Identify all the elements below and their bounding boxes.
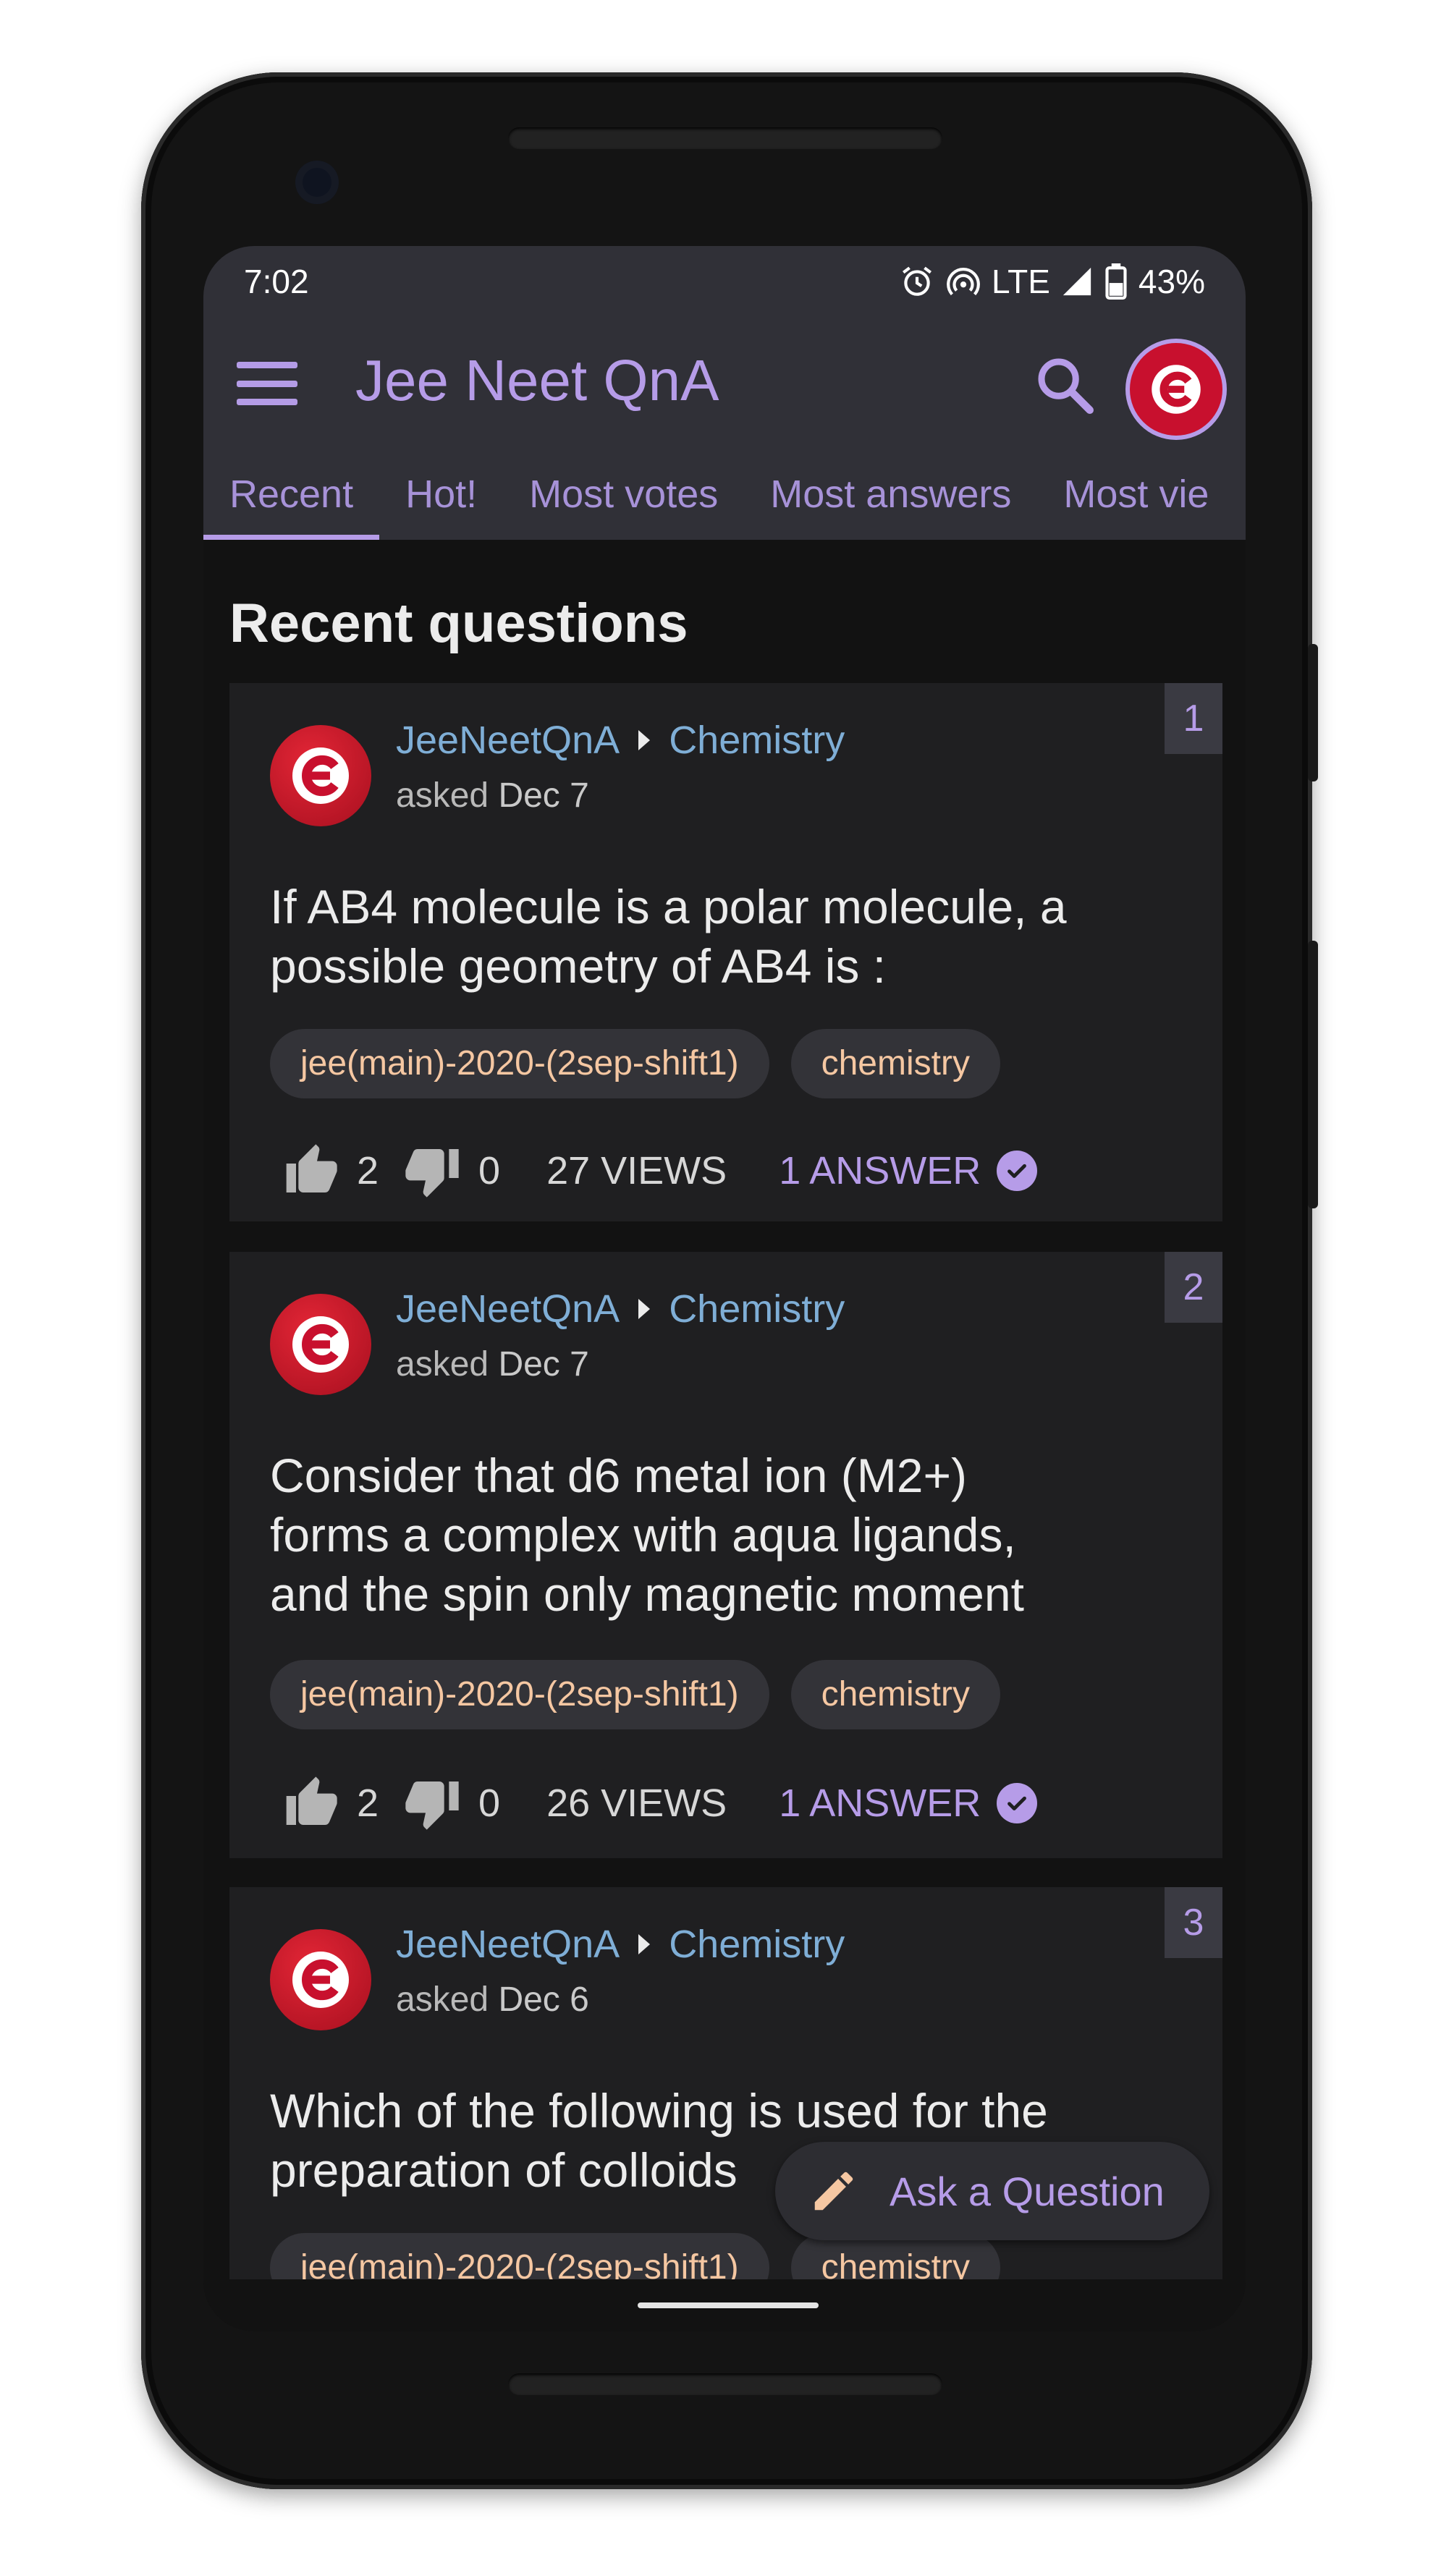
question-number: 1 [1165, 683, 1222, 754]
question-number: 3 [1165, 1887, 1222, 1958]
check-circle-icon [997, 1783, 1038, 1823]
signal-icon [1063, 267, 1091, 296]
section-title: Recent questions [229, 593, 688, 654]
upvote-count: 2 [357, 1781, 379, 1825]
tag-chip[interactable]: jee(main)-2020-(2sep-shift1) [270, 1029, 769, 1098]
question-stats: 2 0 26 VIEWS 1 ANSWER [282, 1774, 1038, 1832]
views-count: 27 VIEWS [546, 1149, 727, 1192]
tab-most-answers[interactable]: Most answers [744, 449, 1037, 540]
question-card[interactable]: 1 JeeNeetQnA Chemistry asked Dec 7 If AB… [229, 683, 1222, 1221]
category-link[interactable]: Chemistry [669, 1922, 845, 1967]
status-icons: LTE 43% [899, 262, 1205, 301]
status-time: 7:02 [244, 263, 309, 300]
tag-list: jee(main)-2020-(2sep-shift1) chemistry [270, 1660, 1000, 1729]
tab-hot[interactable]: Hot! [379, 449, 503, 540]
caret-right-icon [638, 1934, 651, 1954]
asked-date: Dec 6 [498, 1980, 589, 2019]
qna-logo-icon [292, 1952, 349, 2008]
answers-count: 1 ANSWER [779, 1781, 981, 1825]
earpiece-speaker [508, 127, 942, 149]
question-list: Recent questions 1 JeeNeetQnA Chemistry … [203, 540, 1246, 2331]
qna-logo-icon [292, 747, 349, 804]
question-number: 2 [1165, 1252, 1222, 1323]
menu-icon[interactable] [237, 356, 297, 411]
tag-list: jee(main)-2020-(2sep-shift1) chemistry [270, 1029, 1000, 1098]
search-icon[interactable] [1033, 353, 1098, 418]
network-type: LTE [991, 263, 1050, 300]
tag-chip[interactable]: chemistry [790, 1029, 1000, 1098]
qna-logo-icon [292, 1316, 349, 1373]
question-title[interactable]: Consider that d6 metal ion (M2+) forms a… [270, 1446, 1167, 1624]
screen: 7:02 LTE 43% Jee Neet QnA Recent Hot! Mo… [203, 246, 1246, 2331]
tab-most-views[interactable]: Most vie [1037, 449, 1235, 540]
thumbs-down-icon[interactable] [403, 1142, 461, 1200]
question-title-line: possible geometry of AB4 is : [270, 939, 887, 993]
author-avatar[interactable] [270, 1929, 371, 2030]
question-title-line: If AB4 molecule is a polar molecule, a [270, 880, 1067, 933]
asked-label: asked [396, 776, 489, 815]
caret-right-icon [638, 730, 651, 750]
pencil-icon [814, 2172, 853, 2211]
power-button [1308, 644, 1318, 781]
thumbs-down-icon[interactable] [403, 1774, 461, 1832]
tag-chip[interactable]: chemistry [790, 1660, 1000, 1729]
question-stats: 2 0 27 VIEWS 1 ANSWER [282, 1142, 1038, 1200]
upvote-count: 2 [357, 1149, 379, 1192]
tag-chip[interactable]: jee(main)-2020-(2sep-shift1) [270, 1660, 769, 1729]
question-title-line: Which of the following is used for the [270, 2084, 1048, 2138]
downvote-count: 0 [478, 1149, 501, 1192]
alarm-icon [902, 266, 932, 296]
question-title-line: and the spin only magnetic moment [270, 1567, 1024, 1621]
hotspot-icon [947, 268, 980, 296]
tab-most-votes[interactable]: Most votes [503, 449, 744, 540]
author-link[interactable]: JeeNeetQnA [396, 1922, 620, 1967]
asked-label: asked [396, 1980, 489, 2019]
question-meta: JeeNeetQnA Chemistry asked Dec 6 [396, 1922, 845, 2020]
ask-question-label: Ask a Question [890, 2168, 1165, 2214]
tab-bar: Recent Hot! Most votes Most answers Most… [203, 449, 1246, 540]
tab-recent[interactable]: Recent [203, 449, 380, 540]
category-link[interactable]: Chemistry [669, 1287, 845, 1331]
app-bar: Jee Neet QnA [203, 318, 1246, 449]
user-avatar[interactable] [1130, 343, 1222, 436]
answers-link[interactable]: 1 ANSWER [779, 1148, 1038, 1193]
question-card[interactable]: 2 JeeNeetQnA Chemistry asked Dec 7 Consi… [229, 1252, 1222, 1858]
author-link[interactable]: JeeNeetQnA [396, 718, 620, 763]
answers-link[interactable]: 1 ANSWER [779, 1781, 1038, 1826]
author-avatar[interactable] [270, 1294, 371, 1395]
check-circle-icon [997, 1151, 1038, 1191]
views-count: 26 VIEWS [546, 1781, 727, 1825]
bottom-speaker [508, 2373, 942, 2395]
gesture-nav-handle[interactable] [638, 2302, 819, 2308]
question-title-line: forms a complex with aqua ligands, [270, 1508, 1016, 1562]
status-bar: 7:02 LTE 43% [203, 246, 1246, 318]
author-link[interactable]: JeeNeetQnA [396, 1287, 620, 1331]
battery-icon [1105, 263, 1127, 300]
thumbs-up-icon[interactable] [282, 1774, 339, 1832]
app-title: Jee Neet QnA [355, 348, 719, 412]
caret-right-icon [638, 1299, 651, 1319]
volume-button [1308, 941, 1318, 1208]
question-meta: JeeNeetQnA Chemistry asked Dec 7 [396, 718, 845, 815]
thumbs-up-icon[interactable] [282, 1142, 339, 1200]
answers-count: 1 ANSWER [779, 1149, 981, 1192]
category-link[interactable]: Chemistry [669, 718, 845, 763]
question-title[interactable]: If AB4 molecule is a polar molecule, a p… [270, 877, 1167, 996]
question-meta: JeeNeetQnA Chemistry asked Dec 7 [396, 1287, 845, 1384]
battery-percent: 43% [1138, 263, 1205, 300]
author-avatar[interactable] [270, 725, 371, 826]
downvote-count: 0 [478, 1781, 501, 1825]
qna-logo-icon [1152, 365, 1201, 414]
ask-question-button[interactable]: Ask a Question [775, 2142, 1209, 2240]
asked-label: asked [396, 1345, 489, 1384]
asked-date: Dec 7 [498, 1345, 589, 1384]
question-card[interactable]: 3 JeeNeetQnA Chemistry asked Dec 6 Which… [229, 1887, 1222, 2331]
front-camera [295, 161, 339, 204]
question-title-line: Consider that d6 metal ion (M2+) [270, 1449, 967, 1502]
asked-date: Dec 7 [498, 776, 589, 815]
